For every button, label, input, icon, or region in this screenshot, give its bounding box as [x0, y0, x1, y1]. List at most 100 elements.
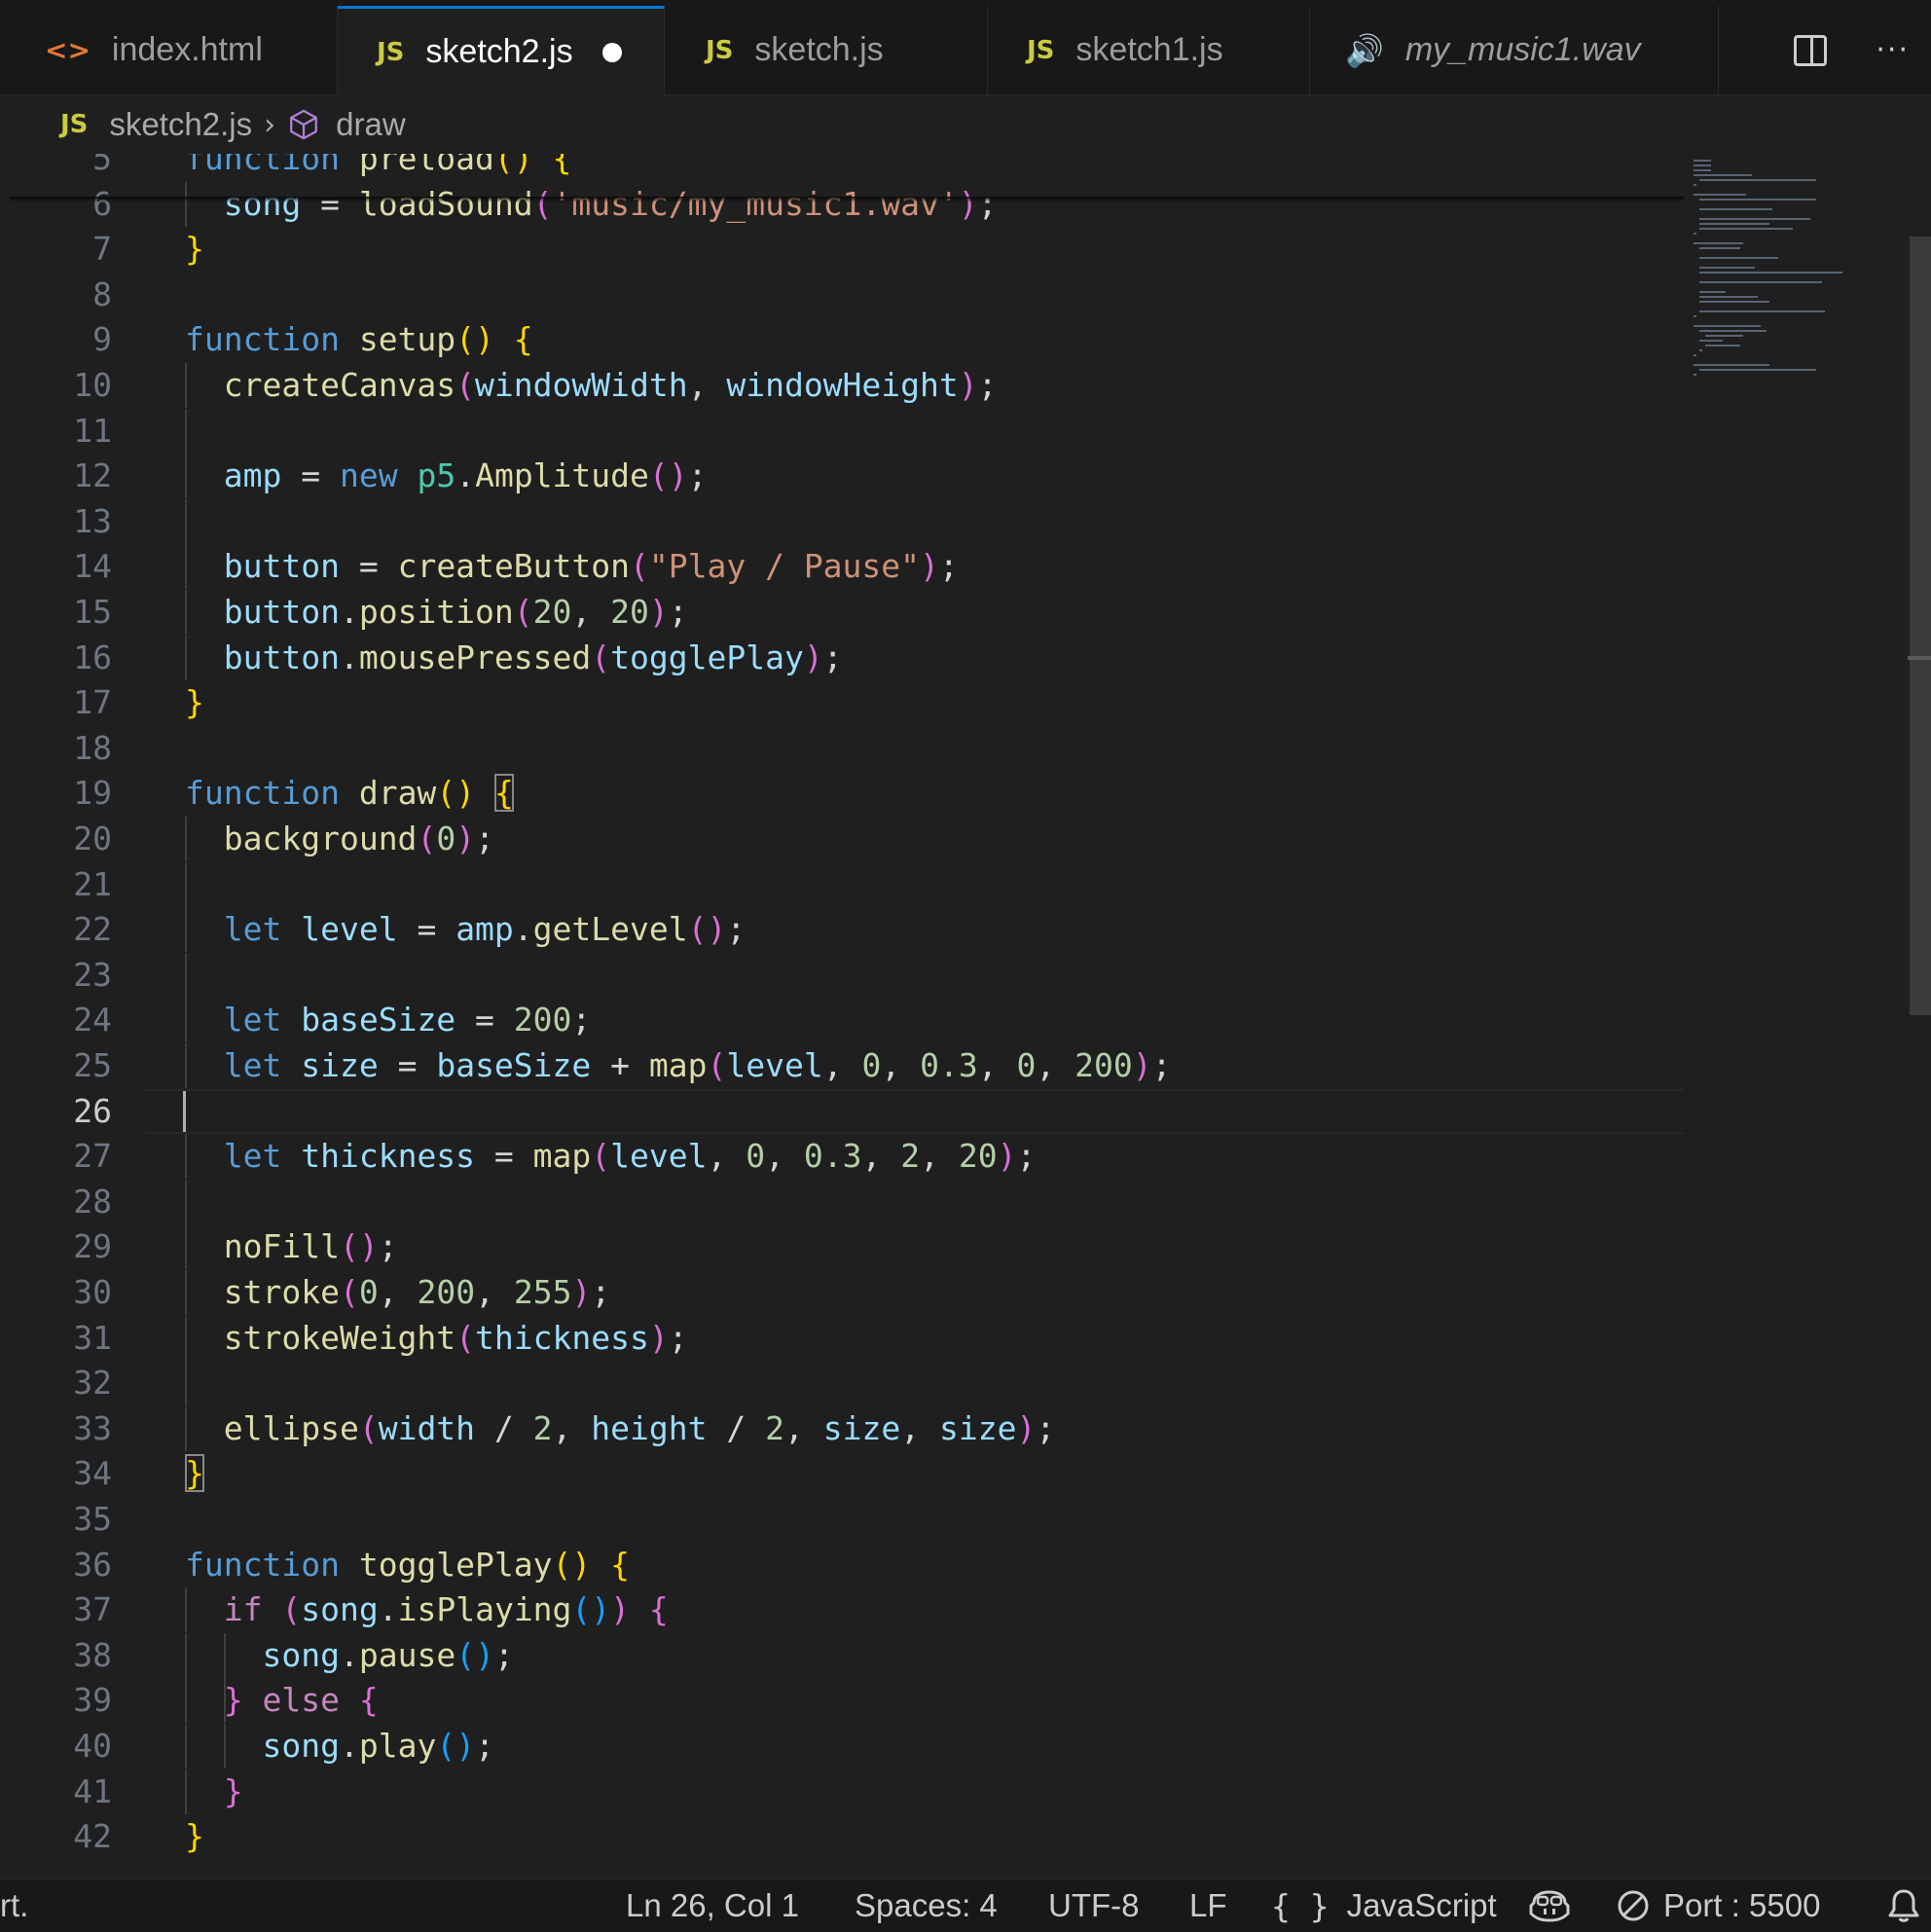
- code-line[interactable]: 25 let size = baseSize + map(level, 0, 0…: [0, 1043, 1684, 1088]
- code-line[interactable]: 40 song.play();: [0, 1724, 1684, 1768]
- vertical-scrollbar[interactable]: [1908, 154, 1931, 1878]
- chevron-right-icon: ›: [264, 107, 276, 142]
- text-cursor: [183, 1090, 186, 1132]
- code-text: stroke(0, 200, 255);: [223, 1273, 611, 1311]
- minimap-line: [1694, 354, 1696, 356]
- line-number: 21: [73, 864, 112, 903]
- code-line[interactable]: 37 if (song.isPlaying()) {: [0, 1587, 1684, 1633]
- code-line[interactable]: 38 song.pause();: [0, 1632, 1684, 1678]
- minimap-line: [1699, 257, 1778, 259]
- line-number: 30: [73, 1273, 112, 1311]
- encoding[interactable]: UTF-8: [1048, 1879, 1140, 1932]
- code-line[interactable]: 9 function setup() {: [0, 317, 1684, 362]
- tab-sketch1-js[interactable]: JS sketch1.js: [988, 6, 1310, 94]
- unsaved-dot-icon[interactable]: [601, 42, 622, 62]
- code-text: }: [185, 1454, 204, 1493]
- code-line[interactable]: 30 stroke(0, 200, 255);: [0, 1270, 1684, 1315]
- code-text: }: [185, 683, 204, 722]
- scrollbar-thumb[interactable]: [1910, 237, 1931, 1015]
- code-line[interactable]: 36 function togglePlay() {: [0, 1543, 1684, 1587]
- tab-index-html[interactable]: <> index.html: [0, 6, 338, 94]
- code-line[interactable]: 18: [0, 726, 1684, 771]
- code-line[interactable]: 34}: [0, 1451, 1684, 1496]
- line-number: 36: [73, 1545, 112, 1584]
- code-line[interactable]: 33 ellipse(width / 2, height / 2, size, …: [0, 1405, 1684, 1451]
- status-bar: rt. Ln 26, Col 1 Spaces: 4 UTF-8 LF { } …: [0, 1878, 1931, 1932]
- code-line[interactable]: 8: [0, 273, 1684, 317]
- split-editor-icon[interactable]: [1794, 34, 1828, 66]
- code-text: function draw() {: [185, 774, 514, 813]
- minimap-line: [1699, 369, 1816, 371]
- code-line[interactable]: 15 button.position(20, 20);: [0, 590, 1684, 635]
- code-line[interactable]: 5 function preload() {: [0, 154, 1684, 181]
- code-line[interactable]: 29 noFill();: [0, 1224, 1684, 1270]
- minimap-line: [1699, 310, 1825, 312]
- code-line[interactable]: 6 song = loadSound('music/my_music1.wav'…: [0, 181, 1684, 227]
- notifications[interactable]: [1888, 1879, 1919, 1932]
- code-line[interactable]: 16 button.mousePressed(togglePlay);: [0, 635, 1684, 680]
- code-line[interactable]: 10 createCanvas(windowWidth, windowHeigh…: [0, 363, 1684, 408]
- minimap[interactable]: [1684, 154, 1908, 1878]
- line-number: 9: [92, 320, 112, 359]
- code-text: function setup() {: [185, 320, 533, 359]
- code-line[interactable]: 7}: [0, 227, 1684, 272]
- more-actions-icon[interactable]: ···: [1876, 33, 1910, 67]
- tab-my-music1-wav[interactable]: 🔊 my_music1.wav: [1310, 6, 1719, 94]
- minimap-line: [1694, 169, 1711, 171]
- code-line[interactable]: 13: [0, 498, 1684, 544]
- code-line[interactable]: 32: [0, 1361, 1684, 1406]
- code-line[interactable]: 20 background(0);: [0, 817, 1684, 861]
- minimap-line: [1699, 301, 1769, 303]
- code-line[interactable]: 24 let baseSize = 200;: [0, 998, 1684, 1043]
- code-line[interactable]: 28: [0, 1179, 1684, 1224]
- code-line[interactable]: 26: [0, 1088, 1684, 1134]
- code-line[interactable]: 35: [0, 1497, 1684, 1542]
- indent-guide: [185, 1361, 187, 1406]
- code-line[interactable]: 23: [0, 952, 1684, 998]
- line-number: 32: [73, 1364, 112, 1403]
- editor-tab-bar: <> index.html JS sketch2.js JS sketch.js…: [0, 0, 1931, 95]
- minimap-line: [1699, 179, 1816, 181]
- code-line[interactable]: 14 button = createButton("Play / Pause")…: [0, 544, 1684, 590]
- line-number: 31: [73, 1318, 112, 1357]
- js-icon: JS: [1027, 35, 1055, 65]
- indent-guide: [185, 1179, 187, 1224]
- line-number: 18: [73, 728, 112, 767]
- code-line[interactable]: 19 function draw() {: [0, 771, 1684, 816]
- breadcrumb-file[interactable]: sketch2.js: [109, 106, 252, 143]
- copilot-status[interactable]: [1528, 1879, 1571, 1932]
- code-line[interactable]: 27 let thickness = map(level, 0, 0.3, 2,…: [0, 1134, 1684, 1180]
- indentation-setting[interactable]: Spaces: 4: [855, 1879, 998, 1932]
- tab-sketch2-js[interactable]: JS sketch2.js: [338, 6, 665, 95]
- code-text: } else {: [223, 1681, 379, 1720]
- code-line[interactable]: 22 let level = amp.getLevel();: [0, 907, 1684, 953]
- tab-sketch-js[interactable]: JS sketch.js: [665, 6, 988, 94]
- indent-guide: [185, 861, 187, 907]
- line-number: 15: [73, 593, 112, 631]
- line-number: 8: [92, 274, 112, 313]
- code-line[interactable]: 11: [0, 408, 1684, 454]
- indent-guide: [185, 408, 187, 454]
- line-number: 10: [73, 366, 112, 404]
- minimap-line: [1699, 228, 1793, 230]
- code-editor[interactable]: 5 function preload() {6 song = loadSound(…: [0, 154, 1931, 1878]
- language-mode[interactable]: { } JavaScript: [1271, 1879, 1497, 1932]
- live-server-port[interactable]: Port : 5500: [1617, 1879, 1820, 1932]
- code-line[interactable]: 17}: [0, 680, 1684, 725]
- code-line[interactable]: 39 } else {: [0, 1678, 1684, 1724]
- status-left-text: rt.: [0, 1887, 29, 1923]
- minimap-line: [1694, 315, 1696, 317]
- breadcrumb-symbol[interactable]: draw: [336, 106, 406, 143]
- code-line[interactable]: 42}: [0, 1814, 1684, 1859]
- code-line[interactable]: 12 amp = new p5.Amplitude();: [0, 454, 1684, 499]
- cursor-position[interactable]: Ln 26, Col 1: [626, 1879, 799, 1932]
- line-number: 20: [73, 820, 112, 857]
- end-of-line[interactable]: LF: [1189, 1879, 1227, 1932]
- code-line[interactable]: 31 strokeWeight(thickness);: [0, 1315, 1684, 1361]
- line-number: 25: [73, 1046, 112, 1084]
- minimap-line: [1699, 247, 1740, 249]
- code-line[interactable]: 21: [0, 861, 1684, 907]
- code-line[interactable]: 41 }: [0, 1768, 1684, 1814]
- minimap-line: [1694, 174, 1752, 176]
- minimap-line: [1699, 296, 1758, 298]
